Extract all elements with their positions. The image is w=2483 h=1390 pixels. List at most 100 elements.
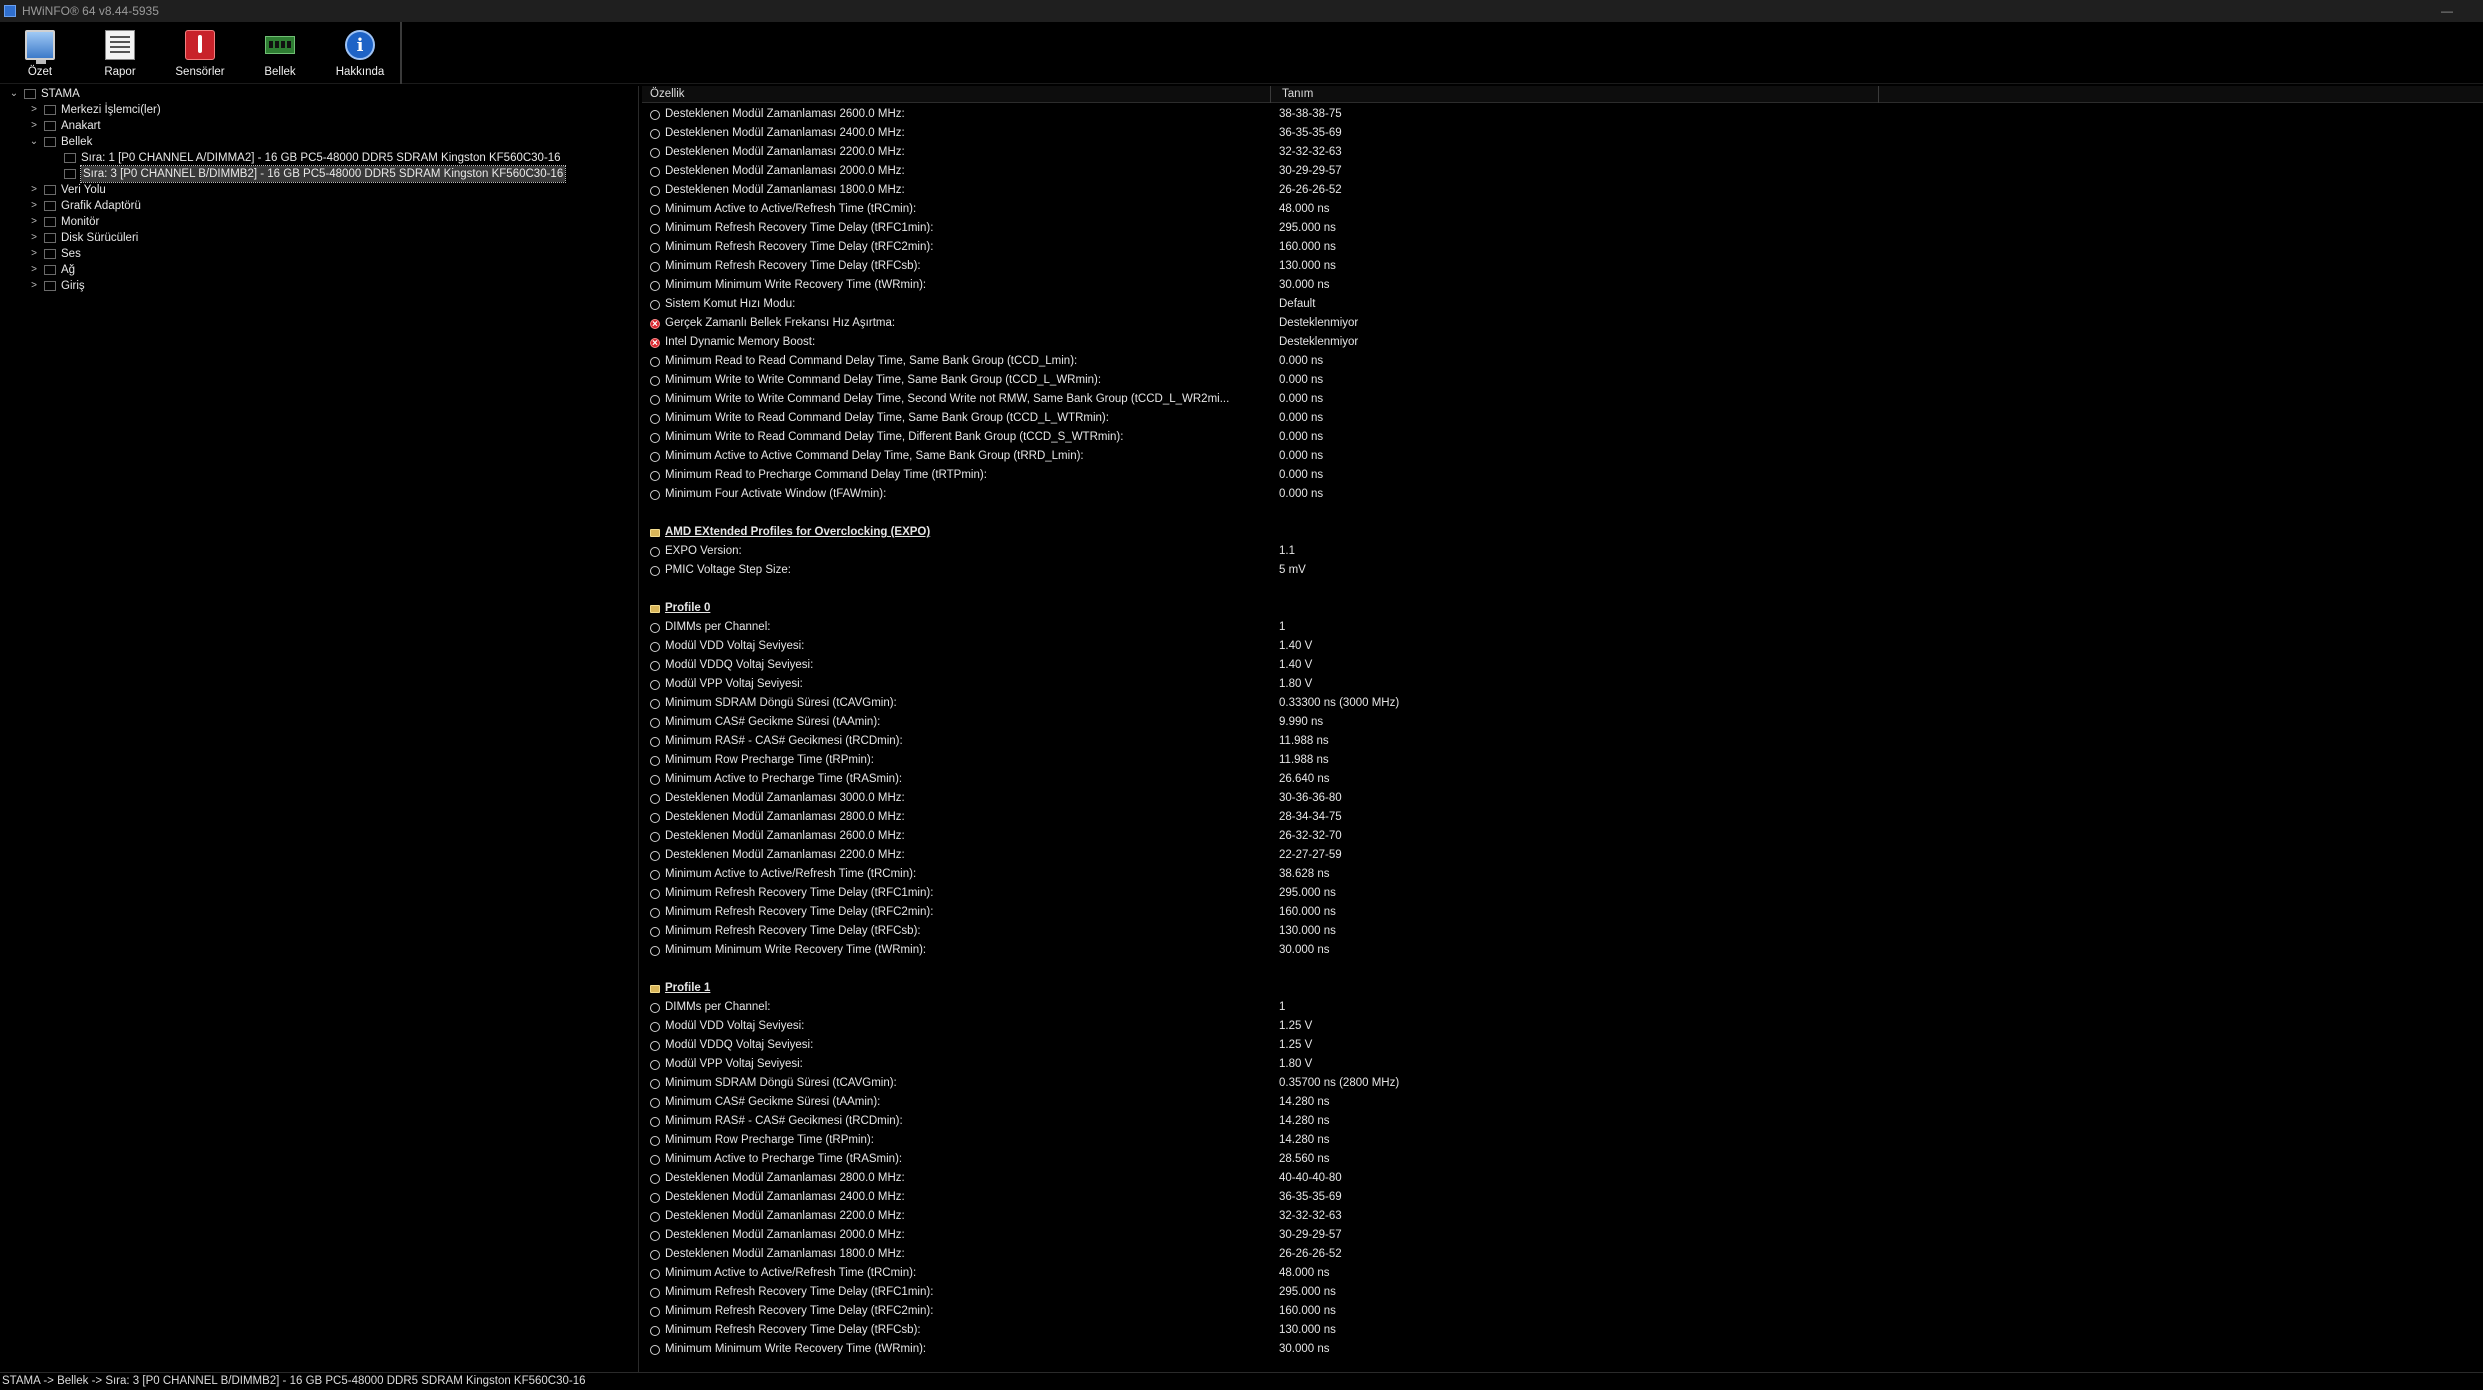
property-row[interactable]: Desteklenen Modül Zamanlaması 2800.0 MHz… bbox=[642, 1169, 2483, 1188]
chevron-right-icon[interactable]: > bbox=[29, 230, 39, 246]
chevron-right-icon[interactable]: > bbox=[29, 262, 39, 278]
summary-button[interactable]: Özet bbox=[0, 22, 80, 84]
property-row[interactable]: Minimum Minimum Write Recovery Time (tWR… bbox=[642, 276, 2483, 295]
tree-item[interactable]: Sıra: 3 [P0 CHANNEL B/DIMMB2] - 16 GB PC… bbox=[0, 165, 638, 183]
property-row[interactable]: Modül VDDQ Voltaj Seviyesi: 1.25 V bbox=[642, 1036, 2483, 1055]
property-row[interactable]: Modül VPP Voltaj Seviyesi: 1.80 V bbox=[642, 675, 2483, 694]
property-row[interactable]: Desteklenen Modül Zamanlaması 3000.0 MHz… bbox=[642, 789, 2483, 808]
property-row[interactable]: Desteklenen Modül Zamanlaması 2200.0 MHz… bbox=[642, 846, 2483, 865]
tree-item[interactable]: > Anakart bbox=[0, 118, 638, 134]
property-row[interactable]: Minimum CAS# Gecikme Süresi (tAAmin): 9.9… bbox=[642, 713, 2483, 732]
column-header-property[interactable]: Özellik bbox=[650, 88, 685, 100]
property-row[interactable]: Desteklenen Modül Zamanlaması 2200.0 MHz… bbox=[642, 143, 2483, 162]
tree-item[interactable]: ⌄ Bellek bbox=[0, 134, 638, 150]
property-row[interactable]: Minimum Read to Read Command Delay Time,… bbox=[642, 352, 2483, 371]
property-row[interactable]: Minimum Refresh Recovery Time Delay (tRF… bbox=[642, 219, 2483, 238]
report-button[interactable]: Rapor bbox=[80, 22, 160, 84]
property-row[interactable]: Minimum RAS# - CAS# Gecikmesi (tRCDmin):… bbox=[642, 732, 2483, 751]
chevron-right-icon[interactable]: > bbox=[29, 198, 39, 214]
property-row[interactable]: PMIC Voltage Step Size: 5 mV bbox=[642, 561, 2483, 580]
property-row[interactable]: Minimum Active to Active/Refresh Time (t… bbox=[642, 200, 2483, 219]
property-row[interactable]: DIMMs per Channel: 1 bbox=[642, 618, 2483, 637]
tree-item[interactable]: > Disk Sürücüleri bbox=[0, 230, 638, 246]
tree-item[interactable]: > Merkezi İşlemci(ler) bbox=[0, 102, 638, 118]
property-row[interactable]: Desteklenen Modül Zamanlaması 2000.0 MHz… bbox=[642, 1226, 2483, 1245]
property-row[interactable]: Minimum Write to Write Command Delay Tim… bbox=[642, 371, 2483, 390]
minimize-button[interactable]: — bbox=[2441, 4, 2453, 18]
tree-item[interactable]: > Ağ bbox=[0, 262, 638, 278]
property-row[interactable]: Desteklenen Modül Zamanlaması 2800.0 MHz… bbox=[642, 808, 2483, 827]
chevron-right-icon[interactable]: > bbox=[29, 278, 39, 294]
property-row[interactable]: Minimum Minimum Write Recovery Time (tWR… bbox=[642, 941, 2483, 960]
property-row[interactable]: Minimum Refresh Recovery Time Delay (tRF… bbox=[642, 238, 2483, 257]
sensors-button[interactable]: Sensörler bbox=[160, 22, 240, 84]
chevron-right-icon[interactable]: > bbox=[29, 182, 39, 198]
property-row[interactable]: Minimum Write to Write Command Delay Tim… bbox=[642, 390, 2483, 409]
property-row[interactable]: Minimum Refresh Recovery Time Delay (tRF… bbox=[642, 884, 2483, 903]
property-row[interactable]: Minimum Minimum Write Recovery Time (tWR… bbox=[642, 1340, 2483, 1359]
property-row[interactable]: Desteklenen Modül Zamanlaması 1800.0 MHz… bbox=[642, 181, 2483, 200]
property-row[interactable]: Desteklenen Modül Zamanlaması 2200.0 MHz… bbox=[642, 1207, 2483, 1226]
clock-icon bbox=[650, 623, 660, 633]
property-row[interactable]: Minimum Active to Active/Refresh Time (t… bbox=[642, 1264, 2483, 1283]
property-row[interactable]: Minimum SDRAM Döngü Süresi (tCAVGmin): 0.… bbox=[642, 1074, 2483, 1093]
about-button[interactable]: i Hakkında bbox=[320, 22, 400, 84]
property-row[interactable]: Minimum CAS# Gecikme Süresi (tAAmin): 14.… bbox=[642, 1093, 2483, 1112]
property-row[interactable]: Desteklenen Modül Zamanlaması 2600.0 MHz… bbox=[642, 827, 2483, 846]
tree-item[interactable]: > Giriş bbox=[0, 278, 638, 294]
tree-item[interactable]: ⌄ STAMA bbox=[0, 86, 638, 102]
property-row[interactable]: DIMMs per Channel: 1 bbox=[642, 998, 2483, 1017]
chevron-down-icon[interactable]: ⌄ bbox=[9, 86, 19, 102]
property-row[interactable]: Modül VPP Voltaj Seviyesi: 1.80 V bbox=[642, 1055, 2483, 1074]
device-tree[interactable]: ⌄ STAMA > Merkezi İşlemci(ler) > Anakart ⌄ Bell… bbox=[0, 86, 639, 1372]
property-row[interactable]: Minimum Read to Precharge Command Delay … bbox=[642, 466, 2483, 485]
tree-item[interactable]: > Monitör bbox=[0, 214, 638, 230]
tree-item[interactable]: > Veri Yolu bbox=[0, 182, 638, 198]
property-row[interactable]: Minimum SDRAM Döngü Süresi (tCAVGmin): 0.… bbox=[642, 694, 2483, 713]
property-row[interactable]: Desteklenen Modül Zamanlaması 1800.0 MHz… bbox=[642, 1245, 2483, 1264]
tree-item[interactable]: Sıra: 1 [P0 CHANNEL A/DIMMA2] - 16 GB PC… bbox=[0, 150, 638, 166]
memory-button[interactable]: Bellek bbox=[240, 22, 320, 84]
chevron-right-icon[interactable]: > bbox=[29, 214, 39, 230]
property-row[interactable]: Modül VDD Voltaj Seviyesi: 1.25 V bbox=[642, 1017, 2483, 1036]
property-row[interactable]: Desteklenen Modül Zamanlaması 2600.0 MHz… bbox=[642, 105, 2483, 124]
column-header-value[interactable]: Tanım bbox=[1282, 88, 1313, 100]
property-row[interactable]: Minimum Active to Active Command Delay T… bbox=[642, 447, 2483, 466]
property-label: Minimum Read to Read Command Delay Time,… bbox=[665, 355, 1078, 367]
property-row[interactable]: Minimum Refresh Recovery Time Delay (tRF… bbox=[642, 1302, 2483, 1321]
chevron-right-icon[interactable]: > bbox=[29, 102, 39, 118]
property-row[interactable]: Minimum RAS# - CAS# Gecikmesi (tRCDmin):… bbox=[642, 1112, 2483, 1131]
chevron-down-icon[interactable]: ⌄ bbox=[29, 134, 39, 150]
section-header-row[interactable]: Profile 1 bbox=[642, 979, 2483, 998]
property-row[interactable]: Minimum Active to Precharge Time (tRASmi… bbox=[642, 770, 2483, 789]
property-row[interactable]: Minimum Active to Precharge Time (tRASmi… bbox=[642, 1150, 2483, 1169]
property-row[interactable]: Modül VDDQ Voltaj Seviyesi: 1.40 V bbox=[642, 656, 2483, 675]
property-row[interactable]: Minimum Refresh Recovery Time Delay (tRF… bbox=[642, 903, 2483, 922]
property-row[interactable]: EXPO Version: 1.1 bbox=[642, 542, 2483, 561]
section-header-row[interactable]: Profile 0 bbox=[642, 599, 2483, 618]
property-row[interactable]: Minimum Active to Active/Refresh Time (t… bbox=[642, 865, 2483, 884]
property-row[interactable]: Minimum Refresh Recovery Time Delay (tRF… bbox=[642, 922, 2483, 941]
property-row[interactable]: Gerçek Zamanlı Bellek Frekansı Hız Aşırt… bbox=[642, 314, 2483, 334]
property-row[interactable]: Minimum Refresh Recovery Time Delay (tRF… bbox=[642, 1321, 2483, 1340]
chevron-right-icon[interactable]: > bbox=[29, 246, 39, 262]
property-row[interactable]: Desteklenen Modül Zamanlaması 2400.0 MHz… bbox=[642, 1188, 2483, 1207]
property-row[interactable]: Minimum Write to Read Command Delay Time… bbox=[642, 428, 2483, 447]
property-row[interactable]: Minimum Refresh Recovery Time Delay (tRF… bbox=[642, 257, 2483, 276]
property-row[interactable]: Minimum Row Precharge Time (tRPmin): 14.2… bbox=[642, 1131, 2483, 1150]
property-row[interactable]: Modül VDD Voltaj Seviyesi: 1.40 V bbox=[642, 637, 2483, 656]
section-header-row[interactable]: AMD EXtended Profiles for Overclocking (… bbox=[642, 523, 2483, 542]
tree-item[interactable]: > Grafik Adaptörü bbox=[0, 198, 638, 214]
property-row[interactable]: Intel Dynamic Memory Boost: Desteklenmiyo… bbox=[642, 333, 2483, 353]
property-row[interactable]: Desteklenen Modül Zamanlaması 2400.0 MHz… bbox=[642, 124, 2483, 143]
tree-item[interactable]: > Ses bbox=[0, 246, 638, 262]
property-row[interactable]: Desteklenen Modül Zamanlaması 2000.0 MHz… bbox=[642, 162, 2483, 181]
chevron-right-icon[interactable]: > bbox=[29, 118, 39, 134]
column-divider[interactable] bbox=[1270, 86, 1271, 103]
property-row[interactable]: Minimum Row Precharge Time (tRPmin): 11.9… bbox=[642, 751, 2483, 770]
property-row[interactable]: Sistem Komut Hızı Modu: Default bbox=[642, 295, 2483, 314]
property-row[interactable]: Minimum Write to Read Command Delay Time… bbox=[642, 409, 2483, 428]
property-row[interactable]: Minimum Refresh Recovery Time Delay (tRF… bbox=[642, 1283, 2483, 1302]
column-divider[interactable] bbox=[1878, 86, 1879, 103]
property-row[interactable]: Minimum Four Activate Window (tFAWmin): 0… bbox=[642, 485, 2483, 504]
